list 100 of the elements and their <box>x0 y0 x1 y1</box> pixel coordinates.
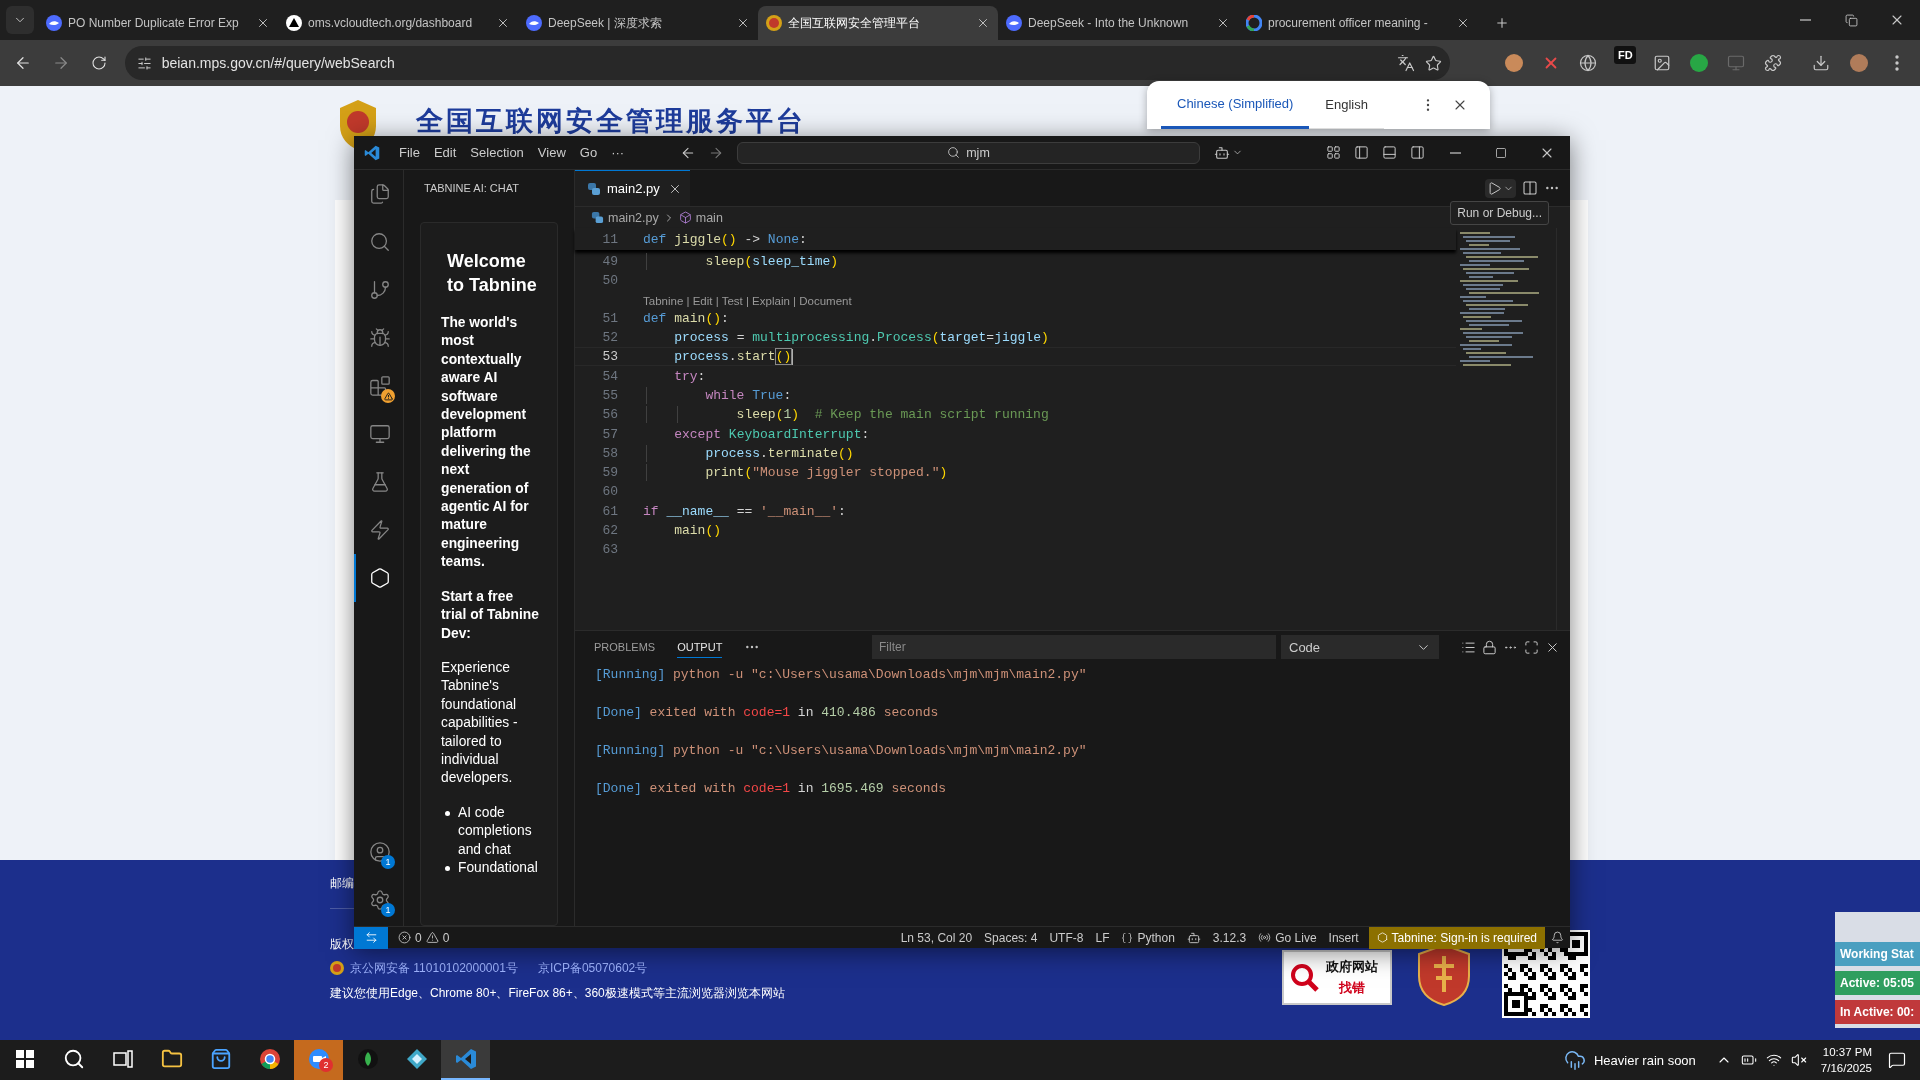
line-number: 56 <box>601 407 619 423</box>
record-link[interactable]: 京ICP备05070602号 <box>537 960 648 976</box>
go-live-button[interactable]: Go Live <box>1252 926 1323 949</box>
menu-item[interactable]: Go <box>572 142 605 163</box>
favicon-icon <box>526 15 542 31</box>
close-icon[interactable] <box>976 16 990 30</box>
codelens-actions[interactable]: Tabnine | Edit | Test | Explain | Document <box>643 292 1456 309</box>
run-button[interactable] <box>1485 178 1516 198</box>
count-badge: 1 <box>381 903 395 917</box>
filter-field[interactable]: Filter <box>872 635 1276 659</box>
broadcast-icon <box>1258 931 1272 944</box>
search-icon <box>947 146 961 159</box>
files-icon <box>368 183 391 205</box>
sidebar-title: TABNINE AI: CHAT <box>423 181 520 196</box>
menu-item[interactable]: ··· <box>604 142 632 163</box>
menu-item[interactable]: Selection <box>463 142 531 163</box>
editor-tab[interactable]: main2.py <box>575 170 690 206</box>
clock[interactable]: 10:37 PM 7/16/2025 <box>1820 1044 1872 1076</box>
clear-output-icon[interactable] <box>1461 639 1476 655</box>
download-icon <box>1812 54 1831 72</box>
favicon-icon <box>1246 15 1262 31</box>
notification-icon[interactable] <box>1888 1051 1906 1069</box>
battery-icon[interactable] <box>1740 1052 1757 1068</box>
browser-icon <box>258 1048 281 1070</box>
browser-tab[interactable]: PO Number Duplicate Error Exp <box>38 6 278 40</box>
status-item[interactable]: Spaces: 4 <box>978 926 1044 949</box>
language-mode-button[interactable]: Python <box>1115 926 1181 949</box>
code-line: def main(): <box>643 310 729 326</box>
play-icon <box>1487 180 1502 196</box>
translate-icon[interactable] <box>1397 54 1416 72</box>
language-tab[interactable]: Chinese (Simplified) <box>1161 81 1310 129</box>
settings-button[interactable]: 1 <box>354 876 403 924</box>
tabnine-status-button[interactable]: Tabnine: Sign-in is required <box>1368 926 1545 949</box>
report-error-badge[interactable]: 政府网站 找错 <box>1282 950 1392 1005</box>
address-bar[interactable]: beian.mps.gov.cn/#/query/webSearch <box>124 46 1451 80</box>
lock-icon[interactable] <box>1482 639 1497 655</box>
language-tab[interactable]: English <box>1309 81 1384 129</box>
browser-tab[interactable]: 全国互联网安全管理平台 <box>758 6 998 40</box>
warning-badge-icon <box>381 389 395 403</box>
breadcrumb-item[interactable]: main <box>695 210 723 225</box>
bullet-icon <box>445 865 450 871</box>
file-type-icon <box>587 181 601 196</box>
accounts-button[interactable]: 1 <box>354 828 403 876</box>
close-icon[interactable] <box>1456 16 1470 30</box>
command-search-field[interactable]: mjm <box>737 141 1200 164</box>
browser-tab[interactable]: oms.vcloudtech.org/dashboard <box>278 6 518 40</box>
reload-icon <box>90 55 107 71</box>
panel-left-icon <box>1353 145 1369 160</box>
shopping-bag-icon <box>209 1048 232 1070</box>
line-number: 11 <box>601 231 619 247</box>
line-number: 59 <box>601 465 619 481</box>
status-item[interactable]: 3.12.3 <box>1206 926 1253 949</box>
volume-muted-icon[interactable] <box>1790 1052 1807 1068</box>
network-icon[interactable] <box>1765 1052 1782 1068</box>
taskbar-app[interactable]: 2 <box>294 1040 343 1080</box>
status-item[interactable]: LF <box>1089 926 1116 949</box>
extension-button[interactable]: FD <box>1614 46 1637 64</box>
browser-tab[interactable]: DeepSeek - Into the Unknown <box>998 6 1238 40</box>
panel-tab[interactable]: OUTPUT <box>677 636 723 658</box>
browser-tab[interactable]: DeepSeek | 深度求索 <box>518 6 758 40</box>
code-line: def jiggle() -> None: <box>643 231 807 247</box>
menu-item[interactable]: View <box>530 142 573 163</box>
cube-icon <box>678 211 692 224</box>
line-number: 62 <box>601 523 619 538</box>
output-line: [Done] exited with code=1 in 410.486 seconds <box>595 704 940 722</box>
bookmark-star-icon[interactable] <box>1425 54 1443 72</box>
output-channel-select[interactable]: Code <box>1281 635 1439 659</box>
menu-item[interactable]: Edit <box>426 142 464 163</box>
split-editor-icon[interactable] <box>1522 180 1538 196</box>
close-icon[interactable] <box>256 16 270 30</box>
favicon-icon <box>766 15 782 31</box>
problems-button[interactable]: 0 0 <box>392 926 456 949</box>
restore-icon <box>1844 13 1858 27</box>
remote-button[interactable] <box>354 926 388 949</box>
record-link[interactable]: 京公网安备 11010102000001号 <box>350 960 518 976</box>
status-row: Active: 05:05 <box>1835 971 1920 995</box>
line-number: 58 <box>601 445 619 461</box>
panel-tab[interactable]: PROBLEMS <box>594 636 656 658</box>
url-text: beian.mps.gov.cn/#/query/webSearch <box>161 55 396 71</box>
menu-item[interactable]: File <box>392 142 427 163</box>
line-number: 60 <box>601 484 619 500</box>
browser-tab[interactable]: procurement officer meaning - <box>1238 6 1478 40</box>
line-number: 50 <box>601 273 619 289</box>
close-icon[interactable] <box>1216 16 1230 30</box>
close-icon[interactable] <box>736 16 750 30</box>
breadcrumb-item[interactable]: main2.py <box>608 210 659 225</box>
code-line: if __name__ == '__main__': <box>643 503 846 519</box>
code-line: process = multiprocessing.Process(target=jiggle) <box>673 330 1049 346</box>
site-info-icon[interactable] <box>136 55 152 71</box>
maximize-icon[interactable] <box>1524 639 1539 655</box>
line-number: 57 <box>601 426 619 442</box>
close-icon[interactable] <box>496 16 510 30</box>
status-item[interactable]: Ln 53, Col 20 <box>894 926 979 949</box>
bell-icon <box>1551 931 1564 944</box>
copilot-button[interactable] <box>1214 144 1243 161</box>
weather-widget[interactable]: Heavier rain soon <box>1563 1049 1696 1071</box>
status-item[interactable]: Insert <box>1322 926 1365 949</box>
line-number: 55 <box>601 387 619 403</box>
status-row: In Active: 00: <box>1835 1000 1920 1024</box>
status-item[interactable]: UTF-8 <box>1043 926 1090 949</box>
